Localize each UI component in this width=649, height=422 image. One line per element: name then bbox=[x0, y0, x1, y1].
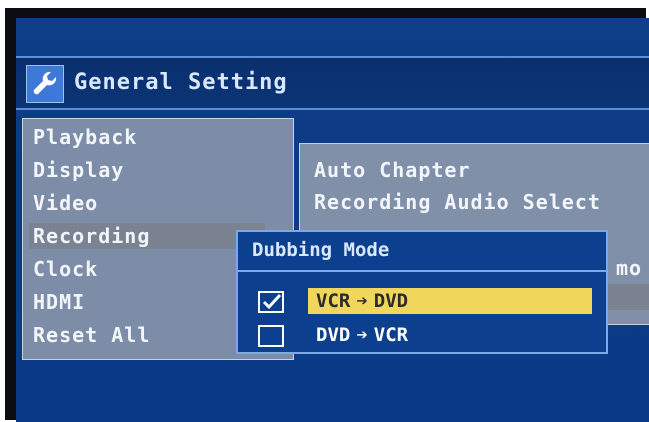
option-label-selected[interactable]: VCR ➔ DVD bbox=[308, 288, 592, 314]
menu-item-playback[interactable]: Playback bbox=[33, 125, 137, 149]
option-dvd-to-vcr[interactable]: DVD ➔ VCR bbox=[252, 322, 592, 350]
dialog-divider bbox=[238, 270, 606, 272]
submenu-item-recording-audio-select[interactable]: Recording Audio Select bbox=[314, 190, 601, 214]
menu-item-reset-all[interactable]: Reset All bbox=[33, 323, 150, 347]
tv-screen: General Setting Playback Display Video R… bbox=[16, 18, 649, 422]
menu-item-display[interactable]: Display bbox=[33, 158, 124, 182]
checkbox-checked-icon[interactable] bbox=[258, 291, 284, 313]
menu-item-video[interactable]: Video bbox=[33, 191, 98, 215]
option-from: DVD bbox=[316, 324, 351, 346]
checkbox-unchecked-icon[interactable] bbox=[258, 325, 284, 347]
option-to: DVD bbox=[373, 290, 409, 312]
option-from: VCR bbox=[316, 290, 351, 312]
menu-item-hdmi[interactable]: HDMI bbox=[33, 290, 85, 314]
submenu-item-partial[interactable]: mo bbox=[616, 256, 642, 280]
settings-header: General Setting bbox=[16, 56, 649, 110]
right-arrow-icon: ➔ bbox=[356, 290, 368, 312]
dubbing-mode-dialog: Dubbing Mode VCR ➔ DVD DVD ➔ VCR bbox=[236, 230, 608, 354]
option-vcr-to-dvd[interactable]: VCR ➔ DVD bbox=[252, 288, 592, 316]
dialog-title: Dubbing Mode bbox=[252, 239, 390, 261]
submenu-item-auto-chapter[interactable]: Auto Chapter bbox=[314, 158, 471, 182]
option-to: VCR bbox=[373, 324, 409, 346]
menu-item-recording[interactable]: Recording bbox=[33, 224, 150, 248]
tv-frame: General Setting Playback Display Video R… bbox=[5, 8, 649, 422]
wrench-icon bbox=[26, 65, 64, 103]
page-title: General Setting bbox=[74, 70, 288, 95]
menu-item-clock[interactable]: Clock bbox=[33, 257, 98, 281]
right-arrow-icon: ➔ bbox=[356, 324, 368, 346]
option-label[interactable]: DVD ➔ VCR bbox=[308, 322, 416, 348]
